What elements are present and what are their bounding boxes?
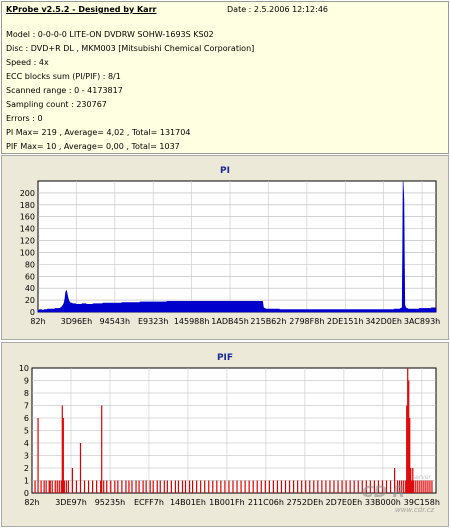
pi-x-tick-label: 145988h bbox=[174, 317, 210, 326]
pi-y-tick-label: 140 bbox=[20, 225, 35, 234]
pi-x-tick-label: E9323h bbox=[138, 317, 168, 326]
info-scanned-range: Scanned range : 0 - 4173817 bbox=[6, 86, 123, 95]
pi-y-tick-label: 40 bbox=[25, 284, 35, 293]
pif-x-tick-label: 33B000h bbox=[365, 498, 401, 507]
pi-chart-panel: PI 0 20 40 60 80 100 120 140 160 180 200 82h 3D96Eh 9… bbox=[1, 155, 449, 340]
pi-x-tick-label: 2DE151h bbox=[327, 317, 364, 326]
pi-plot-area bbox=[37, 180, 437, 313]
pi-x-tick-label: 342D0Eh bbox=[365, 317, 402, 326]
pi-y-tick-label: 100 bbox=[20, 248, 35, 257]
pif-chart: 0 1 2 3 4 5 6 7 8 9 10 82h 3DE97h 95235h ECFF7h 14B01Eh… bbox=[19, 364, 440, 507]
pi-x-tick-label: 94543h bbox=[100, 317, 131, 326]
pif-y-tick-label: 8 bbox=[24, 389, 29, 398]
pif-y-tick-label: 9 bbox=[24, 377, 29, 386]
pi-x-tick-label: 215B62h bbox=[250, 317, 286, 326]
pif-x-tick-label: 82h bbox=[24, 498, 39, 507]
pi-y-tick-label: 20 bbox=[25, 296, 35, 305]
pif-x-tick-label: 14B01Eh bbox=[170, 498, 206, 507]
pi-x-tick-label: 2798F8h bbox=[289, 317, 324, 326]
info-sampling-count: Sampling count : 230767 bbox=[6, 100, 107, 109]
pi-y-tick-label: 200 bbox=[20, 189, 35, 198]
pif-x-tick-label: 211C06h bbox=[248, 498, 284, 507]
pif-x-tick-label: 95235h bbox=[95, 498, 126, 507]
pi-x-tick-label: 3AC893h bbox=[404, 317, 440, 326]
pif-y-tick-label: 10 bbox=[19, 364, 29, 373]
pi-x-tick-label: 82h bbox=[30, 317, 45, 326]
kprobe-report: KProbe v2.5.2 - Designed by Karr Date : … bbox=[0, 0, 450, 529]
pi-y-tick-label: 0 bbox=[30, 308, 35, 317]
info-panel: KProbe v2.5.2 - Designed by Karr Date : … bbox=[1, 1, 449, 154]
pif-x-tick-label: 2752DEh bbox=[287, 498, 324, 507]
info-disc: Disc : DVD+R DL , MKM003 [Mitsubishi Che… bbox=[6, 44, 255, 53]
pif-y-tick-label: 5 bbox=[24, 427, 29, 436]
pi-chart: 0 20 40 60 80 100 120 140 160 180 200 82h 3D96Eh 9454… bbox=[20, 180, 440, 326]
pif-chart-panel: PIF 0 1 2 3 4 5 6 7 8 9 10 82h 3DE97h 95235h ECFF7h 14B… bbox=[1, 342, 449, 527]
info-ecc-blocks: ECC blocks sum (PI/PIF) : 8/1 bbox=[6, 72, 121, 81]
pif-y-tick-label: 6 bbox=[24, 414, 29, 423]
pif-y-tick-label: 0 bbox=[24, 489, 29, 498]
pif-x-tick-label: 2D7E0Eh bbox=[326, 498, 363, 507]
info-speed: Speed : 4x bbox=[6, 58, 49, 67]
pi-y-tick-label: 160 bbox=[20, 213, 35, 222]
pif-y-tick-label: 7 bbox=[24, 402, 29, 411]
info-model: Model : 0-0-0-0 LITE-ON DVDRW SOHW-1693S… bbox=[6, 30, 214, 39]
pif-x-tick-label: ECFF7h bbox=[134, 498, 164, 507]
pi-y-tick-label: 60 bbox=[25, 272, 35, 281]
info-pi-stats: PI Max= 219 , Average= 4,02 , Total= 131… bbox=[6, 128, 191, 137]
pif-y-tick-label: 2 bbox=[24, 464, 29, 473]
app-title[interactable]: KProbe v2.5.2 - Designed by Karr bbox=[6, 3, 156, 17]
pi-x-tick-label: 1ADB45h bbox=[211, 317, 248, 326]
pif-y-tick-label: 3 bbox=[24, 452, 29, 461]
pi-x-tick-label: 3D96Eh bbox=[61, 317, 93, 326]
pi-y-tick-label: 120 bbox=[20, 237, 35, 246]
pif-x-tick-label: 3DE97h bbox=[55, 498, 87, 507]
pi-y-tick-label: 180 bbox=[20, 201, 35, 210]
pif-x-tick-label: 39C158h bbox=[404, 498, 440, 507]
info-pif-stats: PIF Max= 10 , Average= 0,00 , Total= 103… bbox=[6, 142, 180, 151]
pif-x-tick-label: 1B001Fh bbox=[209, 498, 245, 507]
pi-y-tick-label: 80 bbox=[25, 260, 35, 269]
info-errors: Errors : 0 bbox=[6, 114, 43, 123]
scan-date: Date : 2.5.2006 12:12:46 bbox=[227, 5, 328, 14]
pif-y-tick-label: 4 bbox=[24, 439, 29, 448]
pif-y-tick-label: 1 bbox=[24, 477, 29, 486]
